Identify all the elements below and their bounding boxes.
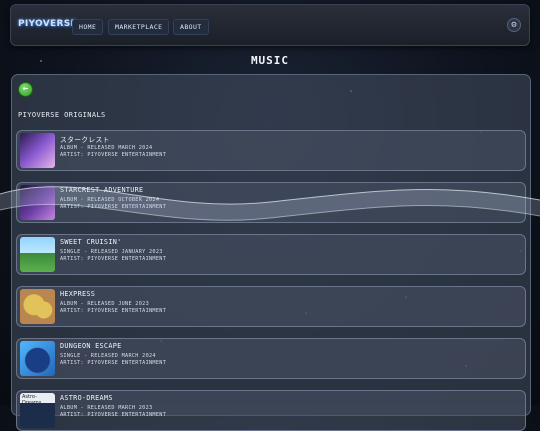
nav-marketplace[interactable]: MARKETPLACE	[108, 19, 170, 35]
album-title: ASTRO-DREAMS	[60, 394, 113, 402]
album-cover	[20, 341, 55, 376]
nav-about[interactable]: ABOUT	[173, 19, 209, 35]
music-panel: ← PIYOVERSE ORIGINALS スタークレスト ALBUM - RE…	[11, 74, 531, 431]
album-artist: ARTIST: PIYOVERSE ENTERTAINMENT	[60, 360, 167, 366]
album-card[interactable]: HEXPRESS ALBUM - RELEASED JUNE 2023 ARTI…	[16, 286, 526, 327]
album-release: ALBUM - RELEASED MARCH 2024	[60, 145, 153, 151]
album-artist: ARTIST: PIYOVERSE ENTERTAINMENT	[60, 412, 167, 418]
album-title: SWEET CRUISIN'	[60, 238, 122, 246]
album-artist: ARTIST: PIYOVERSE ENTERTAINMENT	[60, 308, 167, 314]
album-release: ALBUM - RELEASED JUNE 2023	[60, 301, 150, 307]
album-card[interactable]: SWEET CRUISIN' SINGLE - RELEASED JANUARY…	[16, 234, 526, 275]
album-cover: Astro-Dreams	[20, 393, 55, 428]
album-cover-label: Astro-Dreams	[22, 394, 42, 406]
album-card[interactable]: Astro-Dreams ASTRO-DREAMS ALBUM - RELEAS…	[16, 390, 526, 431]
album-artist: ARTIST: PIYOVERSE ENTERTAINMENT	[60, 256, 167, 262]
album-artist: ARTIST: PIYOVERSE ENTERTAINMENT	[60, 152, 167, 158]
album-cover	[20, 185, 55, 220]
album-cover	[20, 237, 55, 272]
album-card[interactable]: STARCREST ADVENTURE ALBUM - RELEASED OCT…	[16, 182, 526, 223]
album-cover	[20, 133, 55, 168]
album-title: STARCREST ADVENTURE	[60, 186, 144, 194]
album-title: DUNGEON ESCAPE	[60, 342, 122, 350]
album-artist: ARTIST: PIYOVERSE ENTERTAINMENT	[60, 204, 167, 210]
album-cover	[20, 289, 55, 324]
back-arrow-icon[interactable]: ←	[18, 82, 33, 97]
gear-icon[interactable]: ⚙	[507, 18, 521, 32]
nav-home[interactable]: HOME	[72, 19, 104, 35]
top-navigation-bar: PIYOVERSE HOME MARKETPLACE ABOUT ⚙	[10, 4, 530, 46]
album-release: SINGLE - RELEASED JANUARY 2023	[60, 249, 163, 255]
piyoverse-logo[interactable]: PIYOVERSE	[18, 16, 77, 32]
page-title: MUSIC	[250, 54, 290, 67]
album-release: ALBUM - RELEASED MARCH 2023	[60, 405, 153, 411]
album-card[interactable]: DUNGEON ESCAPE SINGLE - RELEASED MARCH 2…	[16, 338, 526, 379]
section-title: PIYOVERSE ORIGINALS	[18, 111, 106, 119]
album-title: HEXPRESS	[60, 290, 96, 298]
album-title: スタークレスト	[60, 136, 110, 144]
album-release: SINGLE - RELEASED MARCH 2024	[60, 353, 156, 359]
album-card[interactable]: スタークレスト ALBUM - RELEASED MARCH 2024 ARTI…	[16, 130, 526, 171]
album-release: ALBUM - RELEASED OCTOBER 2024	[60, 197, 160, 203]
